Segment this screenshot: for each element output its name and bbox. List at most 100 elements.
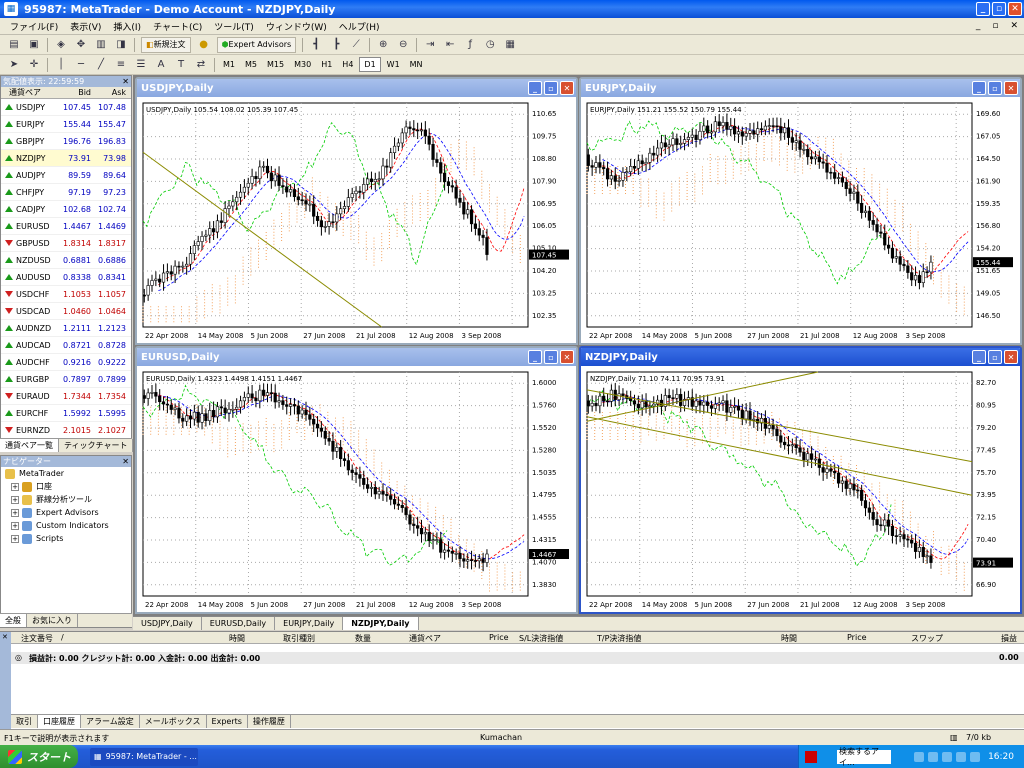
mdi-restore-button[interactable]: ▫ — [986, 21, 1004, 31]
chart-window-nzdjpy[interactable]: NZDJPY,Daily _ ▫ ✕ NZDJPY,Daily 71.10 74.11… — [579, 346, 1022, 614]
nav-accounts[interactable]: + 口座 — [1, 480, 131, 493]
maximize-button[interactable]: ▫ — [544, 350, 558, 364]
tab-tick-chart[interactable]: ティックチャート — [59, 439, 134, 452]
tab-common[interactable]: 全般 — [0, 614, 27, 627]
tray-icon[interactable] — [942, 751, 953, 762]
templates-icon[interactable]: ▦ — [502, 37, 518, 53]
minimize-button[interactable]: _ — [976, 2, 990, 16]
indicators-icon[interactable]: ƒ — [462, 37, 478, 53]
maximize-button[interactable]: ▫ — [988, 350, 1002, 364]
close-button[interactable]: ✕ — [560, 350, 574, 364]
market-watch-row[interactable]: GBPUSD 1.8314 1.8317 — [1, 235, 131, 252]
price-chart[interactable]: EURUSD,Daily 1.4323 1.4498 1.4151 1.4467… — [137, 366, 576, 612]
zoom-out-icon[interactable]: ⊖ — [395, 37, 411, 53]
market-watch-row[interactable]: EURGBP 0.7897 0.7899 — [1, 371, 131, 388]
market-watch-row[interactable]: EURUSD 1.4467 1.4469 — [1, 218, 131, 235]
market-watch-row[interactable]: AUDUSD 0.8338 0.8341 — [1, 269, 131, 286]
market-watch-row[interactable]: GBPJPY 196.76 196.83 — [1, 133, 131, 150]
fibonacci-icon[interactable]: ☰ — [133, 57, 149, 73]
col-ticket[interactable]: 注文番号 — [21, 633, 53, 644]
expand-icon[interactable]: + — [11, 521, 19, 530]
tab-journal[interactable]: 操作履歴 — [248, 715, 291, 728]
col-size[interactable]: 数量 — [355, 633, 371, 644]
minimize-button[interactable]: _ — [972, 81, 986, 95]
text-icon[interactable]: A — [153, 57, 169, 73]
market-watch-row[interactable]: EURJPY 155.44 155.47 — [1, 116, 131, 133]
navigator-icon[interactable]: ✥ — [73, 37, 89, 53]
tab-alerts[interactable]: アラーム設定 — [81, 715, 140, 728]
tab-trade[interactable]: 取引 — [11, 715, 38, 728]
market-watch-row[interactable]: CHFJPY 97.19 97.23 — [1, 184, 131, 201]
market-watch-icon[interactable]: ◈ — [53, 37, 69, 53]
tester-icon[interactable]: ◨ — [113, 37, 129, 53]
chart-tab-usdjpy[interactable]: USDJPY,Daily — [133, 617, 202, 630]
autoscroll-icon[interactable]: ⇥ — [422, 37, 438, 53]
market-watch-row[interactable]: EURCHF 1.5992 1.5995 — [1, 405, 131, 422]
crosshair-icon[interactable]: ✛ — [26, 57, 42, 73]
menu-window[interactable]: ウィンドウ(W) — [260, 20, 333, 33]
trendline-icon[interactable]: ╱ — [93, 57, 109, 73]
nav-custom-indicators[interactable]: + Custom Indicators — [1, 519, 131, 532]
taskbar-item-metatrader[interactable]: ▦ 95987: MetaTrader - ... — [90, 747, 198, 766]
metaeditor-icon[interactable]: ● — [196, 37, 212, 53]
chart-tab-eurjpy[interactable]: EURJPY,Daily — [275, 617, 344, 630]
nav-indicators[interactable]: + 罫線分析ツール — [1, 493, 131, 506]
tab-mailbox[interactable]: メールボックス — [140, 715, 207, 728]
expert-advisors-button[interactable]: ⬢ Expert Advisors — [216, 36, 297, 53]
tab-symbols[interactable]: 通貨ペア一覧 — [0, 439, 59, 452]
close-icon[interactable]: ✕ — [122, 457, 129, 466]
tray-icon[interactable] — [928, 751, 939, 762]
market-watch-row[interactable]: EURAUD 1.7344 1.7354 — [1, 388, 131, 405]
col-close-price[interactable]: Price — [847, 633, 867, 642]
chart-window-eurjpy[interactable]: EURJPY,Daily _ ▫ ✕ EURJPY,Daily 151.21 155.… — [579, 77, 1022, 345]
arrows-icon[interactable]: ⇄ — [193, 57, 209, 73]
terminal-icon[interactable]: ▥ — [93, 37, 109, 53]
nav-scripts[interactable]: + Scripts — [1, 532, 131, 545]
col-symbol[interactable]: 通貨ペア — [409, 633, 441, 644]
menu-tools[interactable]: ツール(T) — [208, 20, 260, 33]
vertical-line-icon[interactable]: │ — [53, 57, 69, 73]
price-chart[interactable]: EURJPY,Daily 151.21 155.52 150.79 155.44… — [581, 97, 1020, 343]
tf-d1[interactable]: D1 — [359, 57, 381, 72]
market-watch-row[interactable]: NZDUSD 0.6881 0.6886 — [1, 252, 131, 269]
tf-h1[interactable]: H1 — [317, 57, 336, 72]
market-watch-row[interactable]: EURNZD 2.1015 2.1027 — [1, 422, 131, 439]
minimize-button[interactable]: _ — [528, 81, 542, 95]
new-order-button[interactable]: ◧ 新規注文 — [141, 36, 191, 53]
col-price[interactable]: Price — [489, 633, 509, 642]
nav-root[interactable]: MetaTrader — [1, 467, 131, 480]
tf-w1[interactable]: W1 — [383, 57, 404, 72]
tab-account-history[interactable]: 口座履歴 — [38, 715, 81, 728]
tray-icon[interactable] — [956, 751, 967, 762]
close-button[interactable]: ✕ — [1004, 81, 1018, 95]
tf-m30[interactable]: M30 — [290, 57, 315, 72]
close-button[interactable]: ✕ — [560, 81, 574, 95]
expand-icon[interactable]: + — [11, 495, 19, 504]
balance-summary-row[interactable]: ◎ 損益計: 0.00 クレジット計: 0.00 入金計: 0.00 出金計: … — [11, 652, 1024, 664]
market-watch-row[interactable]: USDJPY 107.45 107.48 — [1, 99, 131, 116]
close-icon[interactable]: ✕ — [122, 77, 129, 86]
mdi-minimize-button[interactable]: _ — [970, 21, 987, 31]
market-watch-row[interactable]: AUDNZD 1.2111 1.2123 — [1, 320, 131, 337]
expand-icon[interactable]: + — [11, 534, 19, 543]
channel-icon[interactable]: ≡ — [113, 57, 129, 73]
menu-file[interactable]: ファイル(F) — [4, 20, 64, 33]
tray-icon[interactable] — [914, 751, 925, 762]
col-sort[interactable]: / — [61, 633, 64, 642]
candle-chart-icon[interactable]: ┣ — [328, 37, 344, 53]
market-watch-row[interactable]: USDCAD 1.0460 1.0464 — [1, 303, 131, 320]
market-watch-row[interactable]: CADJPY 102.68 102.74 — [1, 201, 131, 218]
menu-help[interactable]: ヘルプ(H) — [333, 20, 386, 33]
col-close-time[interactable]: 時間 — [781, 633, 797, 644]
label-icon[interactable]: T — [173, 57, 189, 73]
chart-window-usdjpy[interactable]: USDJPY,Daily _ ▫ ✕ USDJPY,Daily 105.54 108.… — [135, 77, 578, 345]
start-button[interactable]: スタート — [0, 745, 78, 768]
tf-h4[interactable]: H4 — [338, 57, 357, 72]
menu-view[interactable]: 表示(V) — [64, 20, 107, 33]
nav-experts[interactable]: + Expert Advisors — [1, 506, 131, 519]
col-swap[interactable]: スワップ — [911, 633, 943, 644]
chart-tab-eurusd[interactable]: EURUSD,Daily — [202, 617, 276, 630]
bar-chart-icon[interactable]: ┫ — [308, 37, 324, 53]
chart-tab-nzdjpy[interactable]: NZDJPY,Daily — [343, 617, 419, 630]
tf-m15[interactable]: M15 — [263, 57, 288, 72]
